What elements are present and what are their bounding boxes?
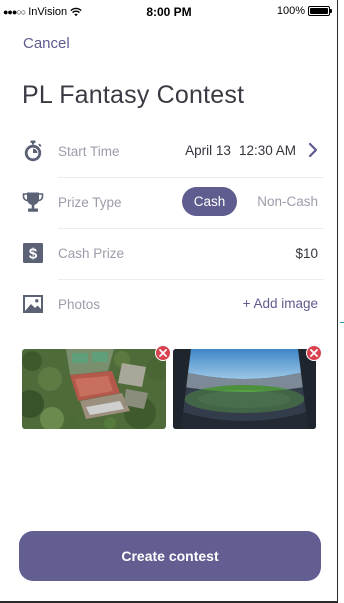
- photo-thumbnail-stadium[interactable]: [173, 349, 316, 429]
- create-contest-button[interactable]: Create contest: [19, 531, 321, 581]
- frame-border: [337, 0, 338, 603]
- non-cash-option[interactable]: Non-Cash: [237, 187, 318, 216]
- status-bar: ●●●○○ InVision 8:00 PM 100%: [0, 0, 338, 24]
- dollar-icon: $: [23, 243, 43, 263]
- prize-type-row: Prize Type Cash Non-Cash: [0, 178, 338, 228]
- start-time-clock: 12:30 AM: [238, 143, 296, 158]
- prize-type-label: Prize Type: [58, 195, 122, 210]
- cash-prize-row[interactable]: $ Cash Prize $10: [0, 229, 338, 279]
- battery-percent: 100%: [276, 5, 305, 17]
- photos-row: Photos + Add image: [0, 280, 338, 330]
- close-icon: [159, 349, 167, 357]
- add-image-button[interactable]: + Add image: [243, 296, 318, 311]
- phone-screen: ●●●○○ InVision 8:00 PM 100% Cancel PL Fa…: [0, 0, 344, 603]
- stadium-photo-image: [173, 349, 316, 429]
- remove-photo-button[interactable]: [306, 345, 322, 361]
- cash-option[interactable]: Cash: [181, 187, 238, 216]
- prize-type-toggle: Cash Non-Cash: [181, 187, 318, 216]
- start-time-value[interactable]: April 13 12:30 AM: [185, 143, 296, 158]
- svg-text:$: $: [29, 246, 38, 263]
- start-time-label: Start Time: [58, 144, 120, 159]
- start-date: April 13: [185, 143, 231, 158]
- stopwatch-icon: [24, 140, 42, 162]
- cash-prize-label: Cash Prize: [58, 246, 125, 261]
- cash-prize-value[interactable]: $10: [295, 246, 318, 261]
- photos-label: Photos: [58, 297, 101, 312]
- status-right: 100%: [276, 5, 332, 17]
- remove-photo-button[interactable]: [155, 345, 171, 361]
- close-icon: [310, 349, 318, 357]
- image-icon: [23, 295, 43, 313]
- trophy-icon: [22, 192, 44, 212]
- aerial-photo-image: [22, 349, 166, 429]
- page-title: PL Fantasy Contest: [22, 81, 245, 109]
- chevron-right-icon[interactable]: [308, 142, 318, 158]
- edge-marker: [340, 322, 344, 323]
- photo-thumbnail-aerial[interactable]: [22, 349, 166, 429]
- start-time-row[interactable]: Start Time April 13 12:30 AM: [0, 127, 338, 177]
- battery-icon: [308, 6, 332, 16]
- cancel-button[interactable]: Cancel: [23, 35, 70, 52]
